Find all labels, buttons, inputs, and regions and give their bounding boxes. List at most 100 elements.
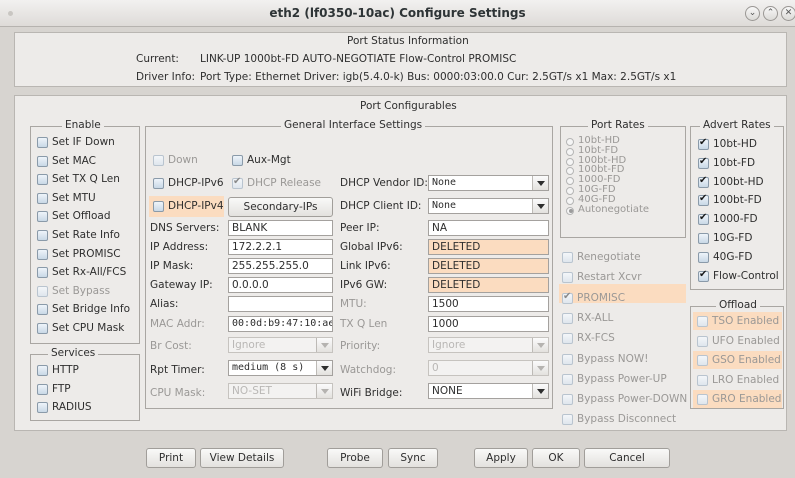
priority-combo[interactable]: Ignore	[428, 337, 549, 353]
port-rate-radio[interactable]	[566, 157, 574, 166]
advert-rate-checkbox[interactable]	[698, 137, 709, 150]
chevron-down-icon[interactable]	[316, 361, 332, 375]
ip-address-input[interactable]: 172.2.2.1	[228, 239, 333, 255]
ipv6-gw-input[interactable]: DELETED	[428, 277, 549, 293]
service-checkbox[interactable]	[37, 365, 48, 376]
chevron-down-icon[interactable]	[532, 338, 548, 352]
dhcp-client-combo[interactable]: None	[428, 198, 549, 214]
offload-checkbox[interactable]	[697, 394, 708, 405]
advert-rate-checkbox[interactable]	[698, 251, 709, 263]
enable-checkbox[interactable]	[37, 285, 48, 297]
misc-checkbox[interactable]	[562, 312, 573, 324]
advert-rate-checkbox[interactable]	[698, 156, 709, 169]
br-cost-combo[interactable]: Ignore	[228, 337, 333, 353]
dhcp-vendor-combo[interactable]: None	[428, 175, 549, 191]
cancel-button[interactable]: Cancel	[584, 448, 670, 468]
enable-checkbox[interactable]	[37, 304, 48, 316]
port-rate-radio[interactable]	[566, 138, 574, 146]
link-ipv6-input[interactable]: DELETED	[428, 258, 549, 274]
alias-input[interactable]	[228, 296, 333, 312]
gateway-input[interactable]: 0.0.0.0	[228, 277, 333, 293]
misc-checkbox[interactable]	[562, 333, 573, 345]
port-rate-radio[interactable]	[566, 187, 574, 195]
advert-rate-label: 40G-FD	[713, 250, 753, 263]
enable-checkbox[interactable]	[37, 174, 48, 186]
chevron-down-icon[interactable]	[532, 384, 548, 398]
enable-checkbox[interactable]	[37, 192, 48, 204]
chevron-down-icon[interactable]	[532, 176, 548, 190]
port-rate-radio[interactable]	[566, 206, 574, 215]
enable-legend: Enable	[62, 119, 104, 131]
enable-item-label: Set MTU	[52, 191, 96, 204]
secondary-ips-button[interactable]: Secondary-IPs	[228, 197, 333, 217]
cpu-mask-value: NO-SET	[232, 385, 272, 397]
offload-checkbox[interactable]	[697, 316, 708, 327]
rpt-timer-combo[interactable]: medium (8 s)	[228, 360, 333, 376]
watchdog-combo[interactable]: 0	[428, 360, 549, 376]
enable-item-label: Set Offload	[52, 210, 111, 223]
dhcp-release-label: DHCP Release	[247, 177, 322, 189]
txq-input[interactable]: 1000	[428, 316, 549, 332]
port-rate-radio[interactable]	[566, 147, 574, 156]
advert-rates-legend: Advert Rates	[700, 119, 774, 131]
offload-checkbox[interactable]	[697, 335, 708, 347]
enable-checkbox[interactable]	[37, 155, 48, 167]
chevron-down-icon[interactable]	[532, 199, 548, 213]
sync-button[interactable]: Sync	[388, 448, 438, 468]
misc-checkbox[interactable]	[562, 373, 573, 385]
advert-rate-label: 1000-FD	[713, 213, 758, 226]
dhcp-ipv6-checkbox[interactable]	[153, 178, 164, 189]
cpu-mask-combo[interactable]: NO-SET	[228, 383, 333, 399]
ip-address-label: IP Address:	[150, 241, 209, 253]
chevron-down-icon[interactable]	[532, 361, 548, 375]
mac-input[interactable]: 00:0d:b9:47:10:ae	[228, 316, 333, 332]
misc-checkbox[interactable]	[562, 353, 573, 365]
chevron-down-icon[interactable]	[316, 384, 332, 398]
enable-checkbox[interactable]	[37, 211, 48, 223]
enable-checkbox[interactable]	[37, 137, 48, 148]
offload-checkbox[interactable]	[697, 374, 708, 386]
dhcp-ipv4-checkbox[interactable]	[153, 201, 164, 212]
advert-rate-label: 10bt-HD	[713, 138, 757, 150]
service-checkbox[interactable]	[37, 383, 48, 395]
enable-checkbox[interactable]	[37, 248, 48, 260]
wifi-bridge-combo[interactable]: NONE	[428, 383, 549, 399]
enable-checkbox[interactable]	[37, 230, 48, 241]
maximize-icon[interactable]: ⌃	[763, 6, 778, 21]
chevron-down-icon[interactable]	[316, 338, 332, 352]
dhcp-vendor-value: None	[432, 177, 457, 188]
down-checkbox[interactable]	[153, 155, 164, 166]
aux-mgt-checkbox[interactable]	[232, 155, 243, 166]
advert-rate-label: 10bt-FD	[713, 156, 756, 169]
service-checkbox[interactable]	[37, 402, 48, 413]
peer-ip-input[interactable]: NA	[428, 220, 549, 236]
probe-button[interactable]: Probe	[327, 448, 383, 468]
dns-input[interactable]: BLANK	[228, 220, 333, 236]
global-ipv6-input[interactable]: DELETED	[428, 239, 549, 255]
ip-mask-input[interactable]: 255.255.255.0	[228, 258, 333, 274]
port-rate-radio[interactable]	[566, 196, 574, 205]
ok-button[interactable]: OK	[532, 448, 580, 468]
advert-rate-checkbox[interactable]	[698, 193, 709, 207]
advert-rate-label: 100bt-FD	[713, 194, 762, 207]
misc-checkbox[interactable]	[562, 272, 573, 284]
misc-checkbox[interactable]	[562, 252, 573, 263]
view-details-button[interactable]: View Details	[200, 448, 284, 468]
misc-checkbox[interactable]	[562, 291, 573, 304]
minimize-icon[interactable]: ⌄	[745, 6, 760, 21]
mtu-input[interactable]: 1500	[428, 296, 549, 312]
advert-rate-checkbox[interactable]	[698, 269, 709, 282]
apply-button[interactable]: Apply	[474, 448, 528, 468]
print-button[interactable]: Print	[146, 448, 196, 468]
enable-checkbox[interactable]	[37, 323, 48, 334]
misc-checkbox[interactable]	[562, 394, 573, 406]
advert-rate-checkbox[interactable]	[698, 212, 709, 226]
advert-rate-checkbox[interactable]	[698, 175, 709, 188]
misc-checkbox[interactable]	[562, 414, 573, 426]
priority-value: Ignore	[432, 339, 466, 351]
close-icon[interactable]: ✕	[781, 6, 795, 21]
advert-rate-checkbox[interactable]	[698, 233, 709, 244]
enable-checkbox[interactable]	[37, 267, 48, 279]
dhcp-release-checkbox[interactable]	[232, 176, 243, 189]
offload-checkbox[interactable]	[697, 355, 708, 366]
